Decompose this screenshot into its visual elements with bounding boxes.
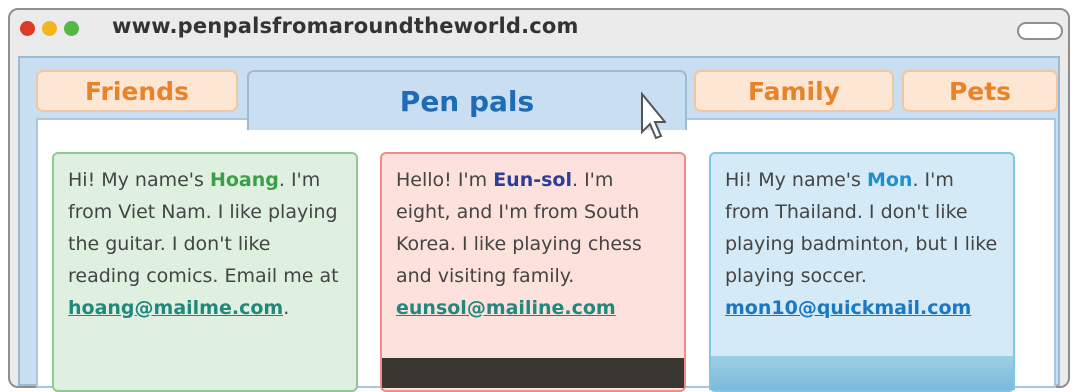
pen-pal-name: Mon xyxy=(866,169,913,191)
mouse-pointer-icon xyxy=(641,92,666,140)
tab-family-label: Family xyxy=(748,76,840,106)
pen-pal-photo xyxy=(380,358,686,388)
tab-friends[interactable]: Friends xyxy=(36,70,238,112)
pen-pal-card-hoang: Hi! My name's Hoang. I'm from Viet Nam. … xyxy=(52,152,358,392)
maximize-window-icon[interactable] xyxy=(64,21,79,36)
address-bar-url[interactable]: www.penpalsfromaroundtheworld.com xyxy=(112,14,579,38)
card-intro: Hi! My name's xyxy=(68,169,210,191)
close-window-icon[interactable] xyxy=(20,21,35,36)
card-intro: Hello! I'm xyxy=(396,169,494,191)
window-control-pill[interactable] xyxy=(1017,22,1063,40)
pen-pal-name: Hoang xyxy=(209,169,279,191)
tab-pets-label: Pets xyxy=(948,76,1012,106)
tab-family[interactable]: Family xyxy=(694,70,894,112)
pen-pal-photo xyxy=(709,356,1015,390)
minimize-window-icon[interactable] xyxy=(42,21,57,36)
email-link[interactable]: mon10@quickmail.com xyxy=(725,297,971,319)
card-end: . xyxy=(283,297,290,319)
card-intro: Hi! My name's xyxy=(725,169,867,191)
pen-pal-card-eunsol: Hello! I'm Eun-sol. I'm eight, and I'm f… xyxy=(380,152,686,392)
tab-pets[interactable]: Pets xyxy=(902,70,1058,112)
email-link[interactable]: hoang@mailme.com xyxy=(68,297,283,319)
tab-friends-label: Friends xyxy=(85,76,189,106)
email-link[interactable]: eunsol@mailine.com xyxy=(396,297,616,319)
tab-pen-pals[interactable]: Pen pals xyxy=(247,70,687,130)
pen-pal-name: Eun-sol xyxy=(493,169,572,191)
tab-pen-pals-label: Pen pals xyxy=(399,84,535,118)
